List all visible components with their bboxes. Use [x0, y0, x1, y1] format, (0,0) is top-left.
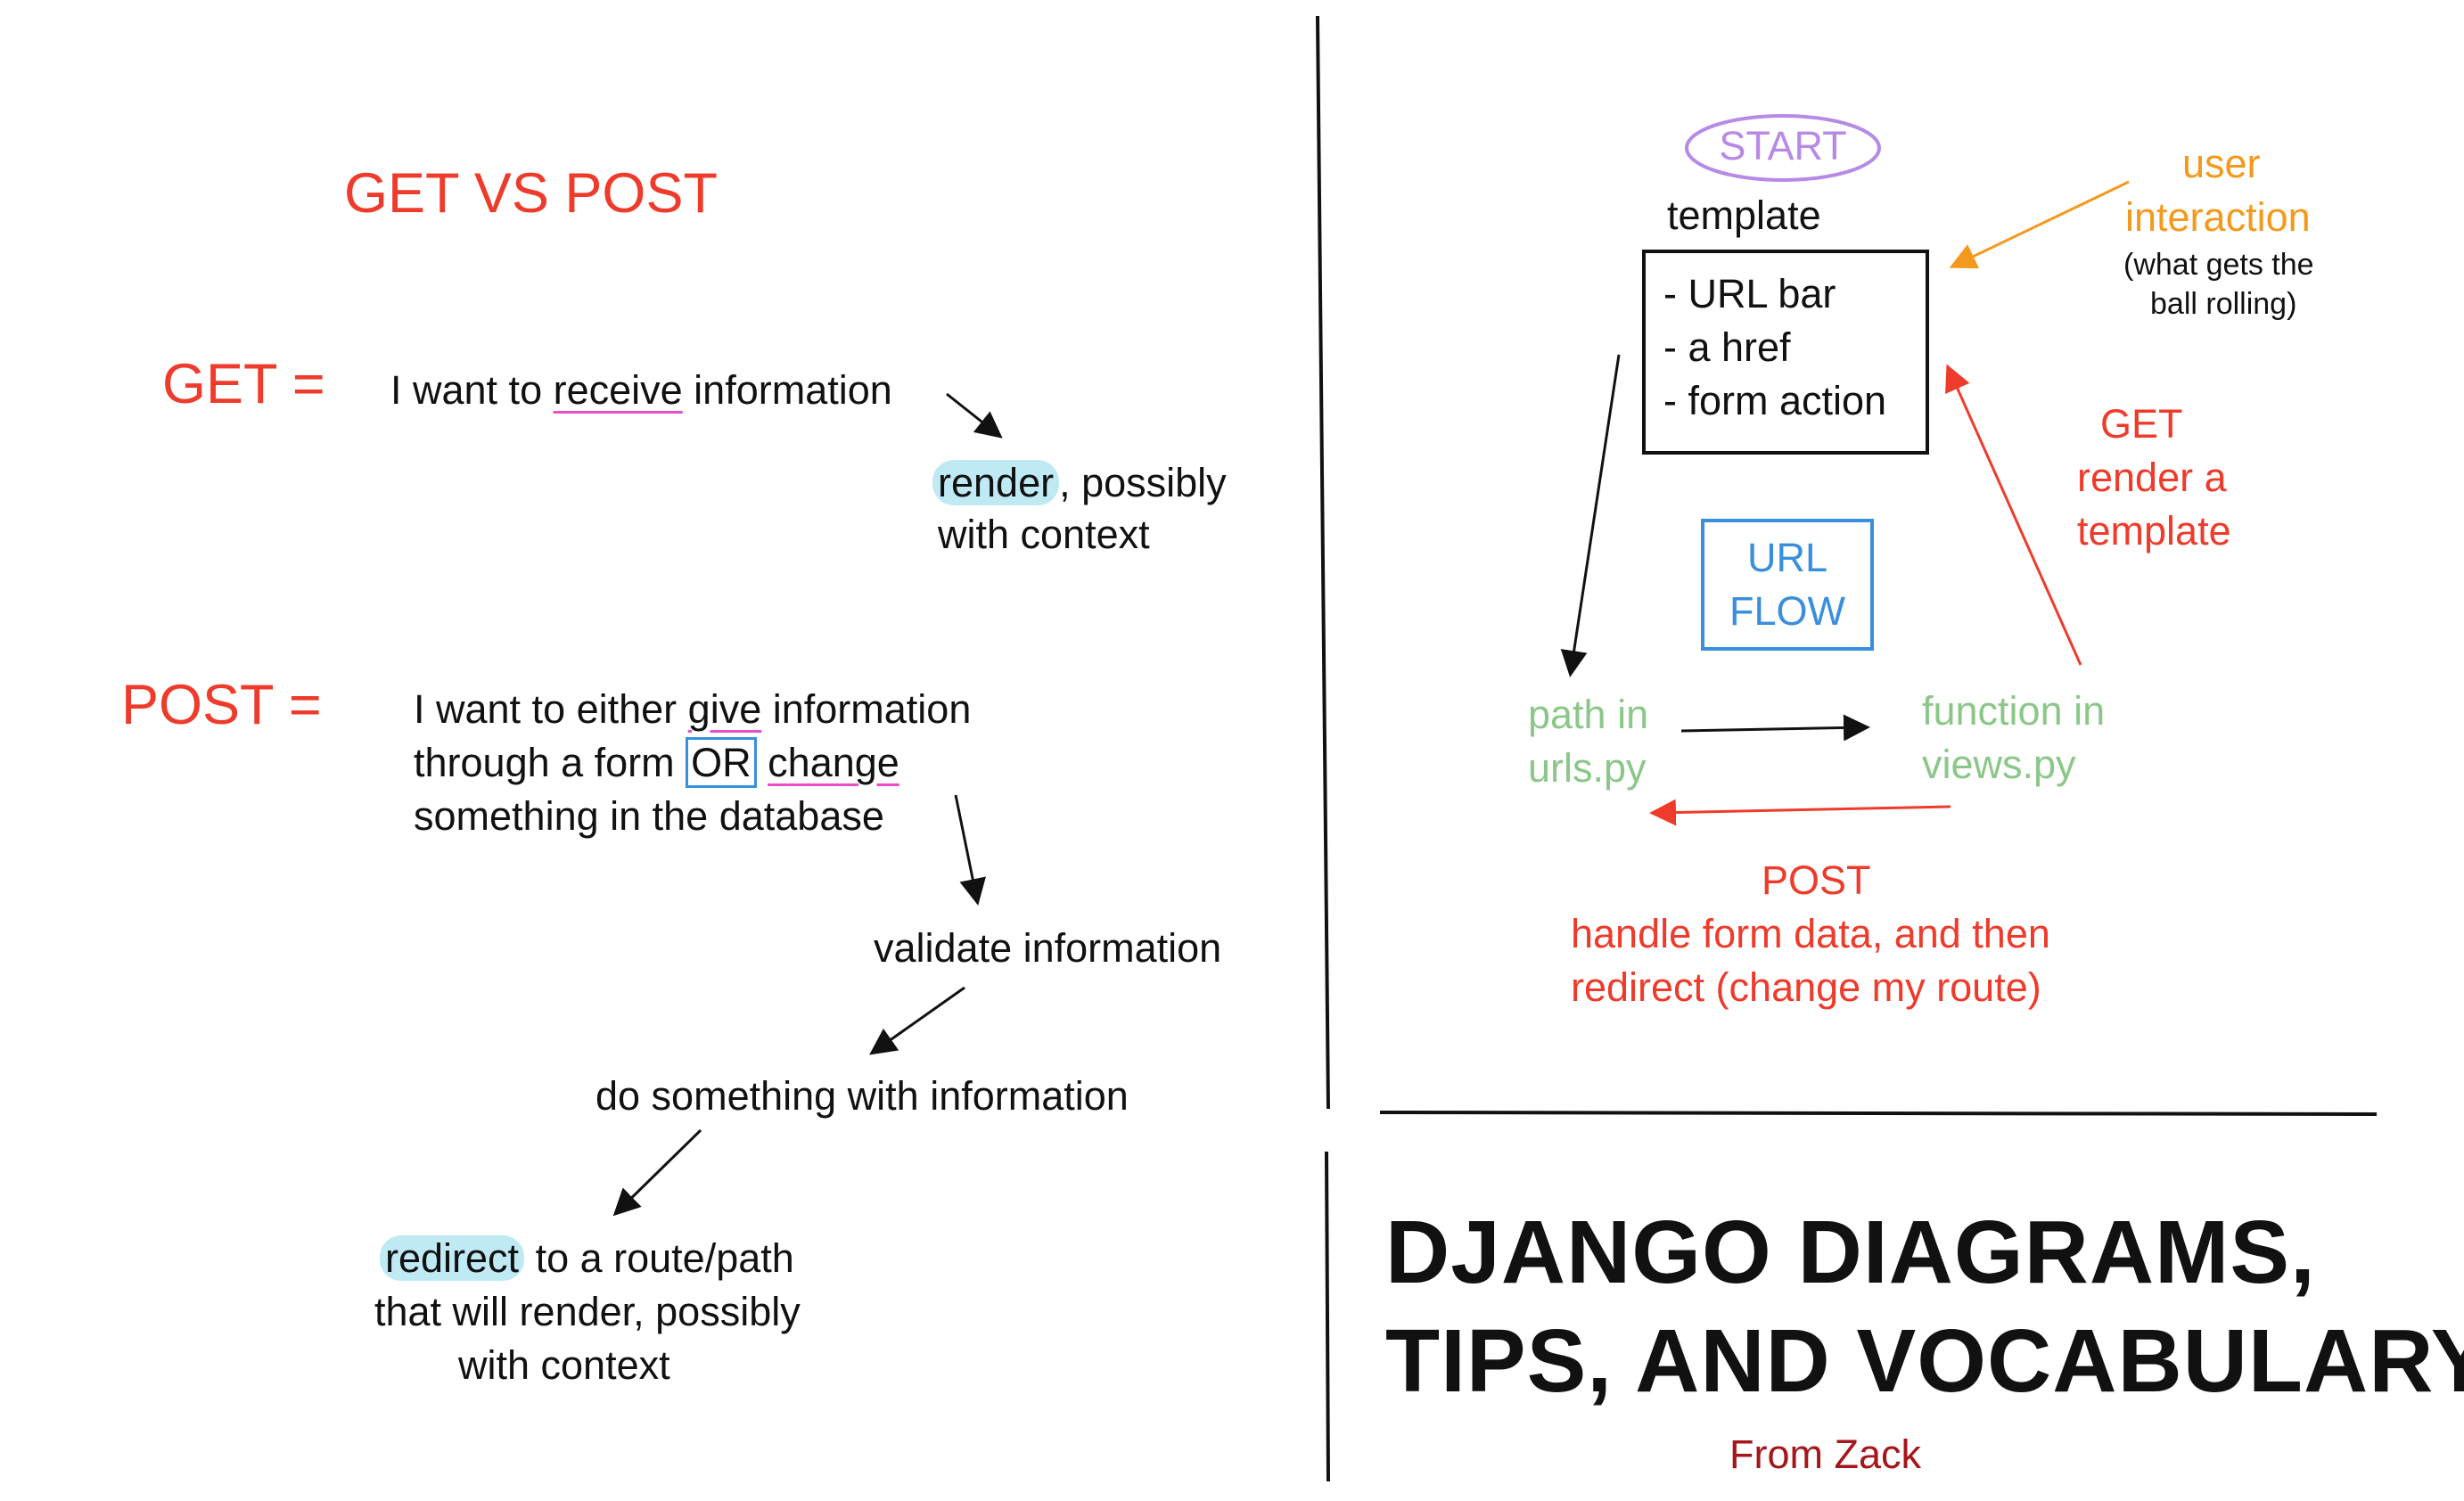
post-description-line2: through a form OR change — [414, 737, 899, 788]
user-interaction-line1: user — [2182, 141, 2261, 186]
template-label: template — [1667, 193, 1821, 238]
template-item-url-bar: - URL bar — [1663, 271, 1836, 316]
get-note-line2: render a — [2077, 455, 2227, 500]
url-flow-line2: FLOW — [1729, 588, 1845, 634]
receive-keyword: receive — [553, 367, 683, 413]
arrow-validate-to-do — [869, 986, 965, 1055]
arrow-do-to-redirect — [612, 1128, 702, 1217]
function-node-line1: function in — [1922, 688, 2106, 734]
change-keyword: change — [768, 740, 899, 785]
diagram-canvas: GET VS POST GET = I want to receive info… — [0, 0, 2464, 1501]
post-note-line2: handle form data, and then — [1571, 911, 2050, 956]
vertical-divider-top — [1316, 15, 1330, 1110]
post-note-line1: POST — [1762, 857, 1871, 903]
get-note-line1: GET — [2100, 401, 2183, 447]
page-title-line2: TIPS, AND VOCABULARY — [1385, 1311, 2464, 1411]
render-keyword: render — [932, 460, 1060, 505]
start-label: START — [1719, 123, 1847, 168]
vertical-divider-bottom — [1325, 1151, 1330, 1482]
get-description: I want to receive information — [390, 367, 892, 413]
give-keyword: give — [687, 686, 762, 732]
redirect-keyword: redirect — [380, 1235, 525, 1281]
template-item-form-action: - form action — [1663, 378, 1887, 423]
arrow-template-to-path — [1560, 354, 1621, 677]
get-vs-post-heading: GET VS POST — [344, 162, 718, 225]
get-note-line3: template — [2077, 508, 2231, 554]
arrow-receive-to-render — [946, 392, 1003, 439]
render-note-line2: with context — [938, 512, 1150, 557]
arrow-post-to-validate — [954, 794, 986, 906]
redirect-step-line2: that will render, possibly — [374, 1289, 801, 1334]
arrow-function-to-template — [1945, 364, 2082, 666]
or-keyword: OR — [686, 737, 757, 788]
page-title-line1: DJANGO DIAGRAMS, — [1385, 1202, 2316, 1302]
arrow-path-to-function — [1680, 714, 1870, 742]
arrow-user-to-template — [1949, 180, 2130, 269]
get-label: GET = — [162, 353, 325, 415]
function-node-line2: views.py — [1922, 742, 2076, 787]
template-item-a-href: - a href — [1663, 324, 1791, 370]
user-note-line1: (what gets the — [2123, 248, 2314, 282]
post-description-line1: I want to either give information — [414, 686, 972, 732]
author-credit: From Zack — [1729, 1431, 1922, 1477]
do-something-step: do something with information — [595, 1073, 1129, 1119]
path-node-line1: path in — [1528, 692, 1649, 737]
render-note: render, possibly — [932, 458, 1227, 508]
arrow-function-to-path — [1649, 799, 1951, 826]
post-note-line3: redirect (change my route) — [1571, 964, 2041, 1010]
user-note-line2: ball rolling) — [2150, 287, 2297, 321]
redirect-step-line3: with context — [458, 1342, 670, 1388]
url-flow-line1: URL — [1746, 535, 1828, 580]
horizontal-divider — [1379, 1111, 2378, 1116]
user-interaction-line2: interaction — [2125, 194, 2311, 240]
post-description-line3: something in the database — [414, 793, 884, 839]
validate-step: validate information — [874, 925, 1222, 971]
redirect-step: redirect to a route/path — [380, 1234, 794, 1284]
path-node-line2: urls.py — [1528, 745, 1647, 791]
post-label: POST = — [121, 674, 322, 736]
